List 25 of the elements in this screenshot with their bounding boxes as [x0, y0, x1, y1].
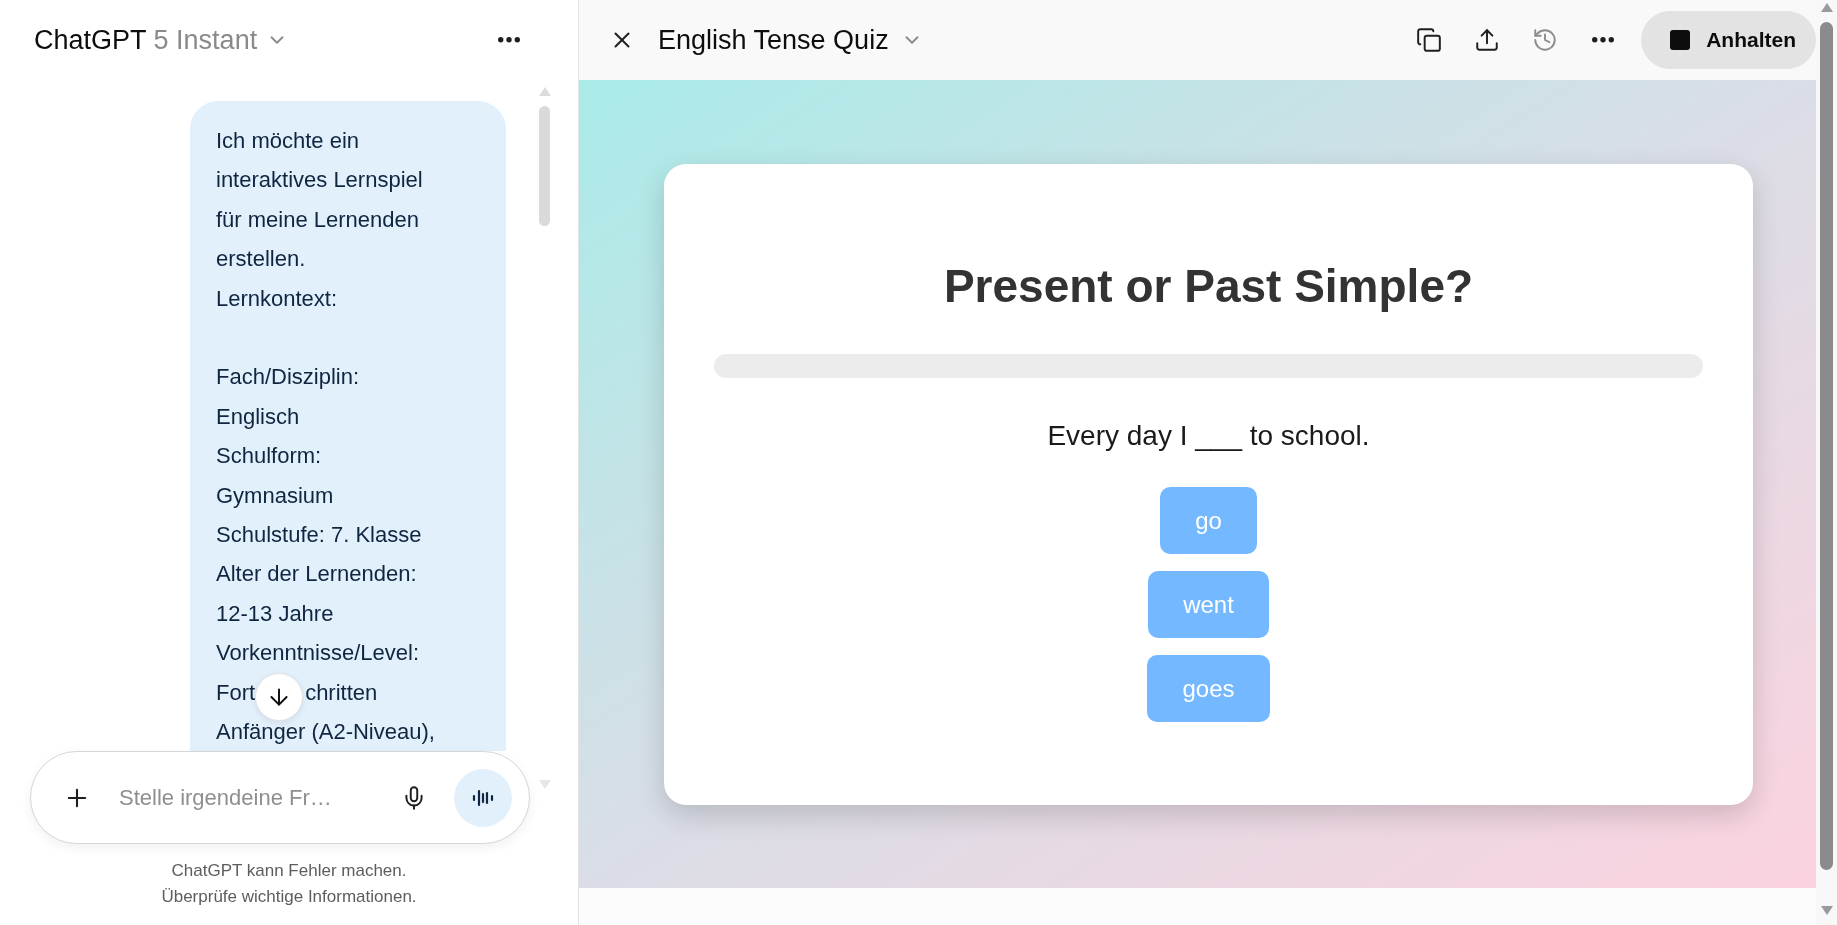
copy-icon [1416, 27, 1443, 53]
scroll-down-button[interactable] [255, 672, 304, 721]
sound-wave-icon [472, 787, 494, 808]
history-icon [1532, 27, 1559, 53]
scroll-up-icon[interactable] [1820, 3, 1833, 12]
upload-icon [1474, 27, 1501, 53]
message-text: Anfänger (A2-Niveau), [216, 718, 435, 747]
message-text: chritten [305, 678, 378, 707]
ellipsis-icon [1592, 37, 1615, 43]
quiz-title: Present or Past Simple? [943, 259, 1474, 314]
scroll-down-icon[interactable] [1820, 906, 1833, 915]
stop-button[interactable]: Anhalten [1641, 11, 1816, 69]
disclaimer-text: Überprüfe wichtige Informationen. [161, 886, 417, 908]
message-text: Ich möchte ein interaktives Lernspiel für meine Lernenden erstellen. Lernkontext: [216, 127, 423, 313]
message-text: Fort [216, 678, 256, 707]
scrollbar-thumb[interactable] [1820, 22, 1833, 870]
scrollbar-thumb[interactable] [539, 106, 550, 226]
ellipsis-icon [498, 37, 520, 43]
title-dropdown[interactable]: English Tense Quiz [658, 24, 923, 56]
disclaimer-text: ChatGPT kann Fehler machen. [171, 860, 407, 882]
question-text: Every day I ___ to school. [1047, 419, 1370, 453]
stop-icon [1670, 30, 1691, 50]
model-selector[interactable]: ChatGPT 5 Instant [34, 24, 289, 56]
message-input[interactable]: Stelle irgendeine Fr… [119, 784, 374, 811]
message-text: Fach/Disziplin: Englisch Schulform: Gymnasium Schulstufe: 7. Klasse Alter der Lernenden: 12-13 Jahre Vorkenntnisse/Level: [216, 363, 422, 668]
